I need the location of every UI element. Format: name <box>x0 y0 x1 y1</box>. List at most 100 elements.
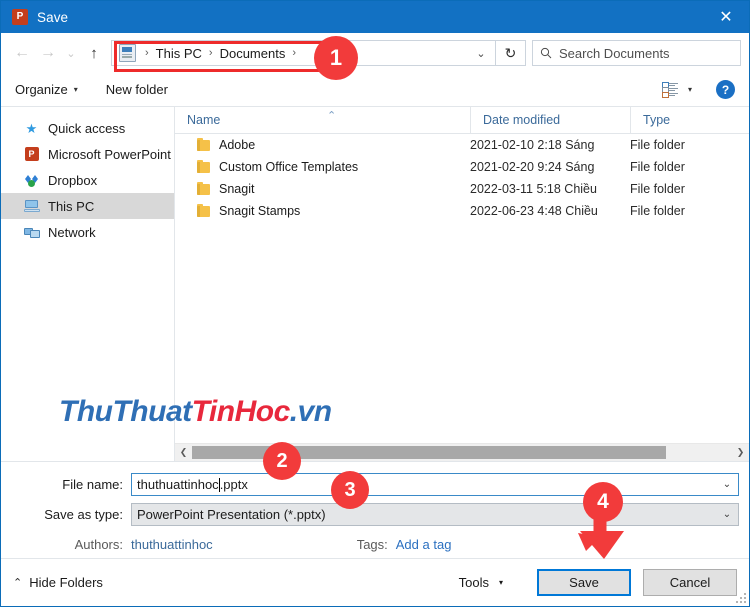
breadcrumb-item-documents[interactable]: Documents <box>218 46 288 61</box>
breadcrumb[interactable]: › This PC › Documents › ⌄ <box>111 40 496 66</box>
sidebar-item-quick-access[interactable]: ★ Quick access <box>1 115 174 141</box>
column-headers: Name ⌃ Date modified Type <box>175 106 749 134</box>
file-type-cell: File folder <box>630 138 685 152</box>
save-as-type-value: PowerPoint Presentation (*.pptx) <box>137 506 326 522</box>
view-options-chevron-down-icon[interactable]: ▾ <box>688 85 692 94</box>
search-input[interactable]: Search Documents <box>532 40 741 66</box>
table-row[interactable]: Adobe 2021-02-10 2:18 Sáng File folder <box>175 134 749 156</box>
table-row[interactable]: Custom Office Templates 2021-02-20 9:24 … <box>175 156 749 178</box>
cancel-button[interactable]: Cancel <box>643 569 737 596</box>
scroll-left-icon[interactable]: ❮ <box>175 444 192 461</box>
chevron-up-icon: ⌃ <box>13 577 23 589</box>
horizontal-scrollbar[interactable]: ❮ ❯ <box>175 443 749 461</box>
file-type-cell: File folder <box>630 204 685 218</box>
save-dialog: P Save ✕ ← → ⌄ ↑ › This PC › Documents ›… <box>0 0 750 607</box>
close-icon[interactable]: ✕ <box>703 1 749 33</box>
refresh-icon[interactable]: ↻ <box>496 40 526 66</box>
scrollbar-track[interactable] <box>192 444 732 461</box>
toolbar: Organize ▾ New folder ▾ ? <box>1 73 749 107</box>
metadata-row: Authors: thuthuattinhoc Tags: Add a tag <box>1 532 749 556</box>
this-pc-icon <box>119 44 136 62</box>
file-date-cell: 2022-06-23 4:48 Chiều <box>470 204 598 218</box>
sidebar-item-microsoft-powerpoint[interactable]: P Microsoft PowerPoint <box>1 141 174 167</box>
organize-button[interactable]: Organize ▾ <box>15 82 78 97</box>
hide-folders-label: Hide Folders <box>29 575 103 590</box>
file-date-cell: 2022-03-11 5:18 Chiều <box>470 182 597 196</box>
sidebar: ★ Quick access P Microsoft PowerPoint Dr… <box>1 107 175 461</box>
table-row[interactable]: Snagit 2022-03-11 5:18 Chiều File folder <box>175 178 749 200</box>
authors-label: Authors: <box>74 536 123 552</box>
address-bar: ← → ⌄ ↑ › This PC › Documents › ⌄ ↻ Sear… <box>1 33 749 73</box>
tools-button[interactable]: Tools ▾ <box>459 575 503 590</box>
breadcrumb-dropdown-icon[interactable]: ⌄ <box>467 41 495 65</box>
file-type-cell: File folder <box>630 182 685 196</box>
sidebar-item-label: Dropbox <box>48 172 98 188</box>
search-placeholder: Search Documents <box>559 45 670 61</box>
network-icon <box>23 226 40 239</box>
breadcrumb-separator-2: › <box>292 47 296 59</box>
sort-ascending-icon: ⌃ <box>327 109 337 122</box>
hide-folders-button[interactable]: ⌃ Hide Folders <box>13 575 103 590</box>
file-name-value: thuthuattinhoc.pptx <box>137 476 248 492</box>
column-header-name[interactable]: Name ⌃ <box>175 107 470 134</box>
chevron-down-icon: ▾ <box>73 85 78 94</box>
breadcrumb-item-this-pc[interactable]: This PC <box>154 46 204 61</box>
save-as-type-select[interactable]: PowerPoint Presentation (*.pptx) ⌄ <box>131 502 739 526</box>
star-icon: ★ <box>25 120 38 136</box>
back-icon[interactable]: ← <box>9 40 35 66</box>
authors-value[interactable]: thuthuattinhoc <box>131 537 213 552</box>
resize-grip[interactable] <box>736 593 746 603</box>
help-icon[interactable]: ? <box>716 80 735 99</box>
file-name-cell: Custom Office Templates <box>175 159 470 174</box>
file-name-cell: Snagit <box>175 181 470 196</box>
file-name-label: Adobe <box>219 138 256 152</box>
new-folder-button[interactable]: New folder <box>106 82 168 97</box>
title-bar: P Save ✕ <box>1 1 749 33</box>
file-name-chevron-down-icon[interactable]: ⌄ <box>716 474 738 495</box>
dialog-footer: ⌃ Hide Folders Tools ▾ Save Cancel <box>1 558 749 606</box>
file-name-cell: Adobe <box>175 137 470 152</box>
folder-icon <box>197 137 210 151</box>
column-header-date-modified[interactable]: Date modified <box>470 106 630 134</box>
file-date-cell: 2021-02-20 9:24 Sáng <box>470 160 595 174</box>
column-header-label: Date modified <box>483 113 561 127</box>
file-name-label: Custom Office Templates <box>219 160 359 174</box>
sidebar-item-label: Network <box>48 224 96 240</box>
up-icon[interactable]: ↑ <box>81 40 107 66</box>
sidebar-item-label: This PC <box>48 198 95 214</box>
file-date-cell: 2021-02-10 2:18 Sáng <box>470 138 595 152</box>
this-pc-icon <box>23 200 40 212</box>
scroll-right-icon[interactable]: ❯ <box>732 444 749 461</box>
tags-label: Tags: <box>356 536 388 552</box>
folder-icon <box>197 181 210 195</box>
file-name-label: File name: <box>62 476 123 492</box>
file-name-label: Snagit Stamps <box>219 204 301 218</box>
sidebar-item-this-pc[interactable]: This PC <box>1 193 174 219</box>
save-as-type-chevron-down-icon[interactable]: ⌄ <box>716 504 738 525</box>
save-button[interactable]: Save <box>537 569 631 596</box>
new-folder-label: New folder <box>105 82 168 97</box>
file-name-row: File name: thuthuattinhoc.pptx ⌄ <box>1 472 749 496</box>
save-as-type-row: Save as type: PowerPoint Presentation (*… <box>1 502 749 526</box>
powerpoint-icon: P <box>23 147 40 161</box>
column-header-label: Name <box>187 113 221 127</box>
folder-icon <box>197 203 210 217</box>
tools-label: Tools <box>458 575 489 590</box>
recent-locations-icon[interactable]: ⌄ <box>61 40 81 66</box>
save-form: File name: thuthuattinhoc.pptx ⌄ Save as… <box>1 461 749 558</box>
file-rows: Adobe 2021-02-10 2:18 Sáng File folder C… <box>175 134 749 443</box>
sidebar-item-network[interactable]: Network <box>1 219 174 245</box>
forward-icon[interactable]: → <box>35 40 61 66</box>
dropbox-icon <box>23 174 40 187</box>
powerpoint-icon: P <box>12 9 28 25</box>
column-header-type[interactable]: Type <box>630 106 749 134</box>
add-a-tag-link[interactable]: Add a tag <box>396 537 452 552</box>
save-as-type-label: Save as type: <box>44 506 123 522</box>
scrollbar-thumb[interactable] <box>192 446 666 459</box>
table-row[interactable]: Snagit Stamps 2022-06-23 4:48 Chiều File… <box>175 200 749 222</box>
sidebar-item-dropbox[interactable]: Dropbox <box>1 167 174 193</box>
view-options-icon[interactable] <box>661 82 678 98</box>
breadcrumb-separator-1: › <box>208 47 213 59</box>
file-name-input[interactable]: thuthuattinhoc.pptx ⌄ <box>131 472 739 496</box>
sidebar-item-label: Microsoft PowerPoint <box>48 146 171 162</box>
